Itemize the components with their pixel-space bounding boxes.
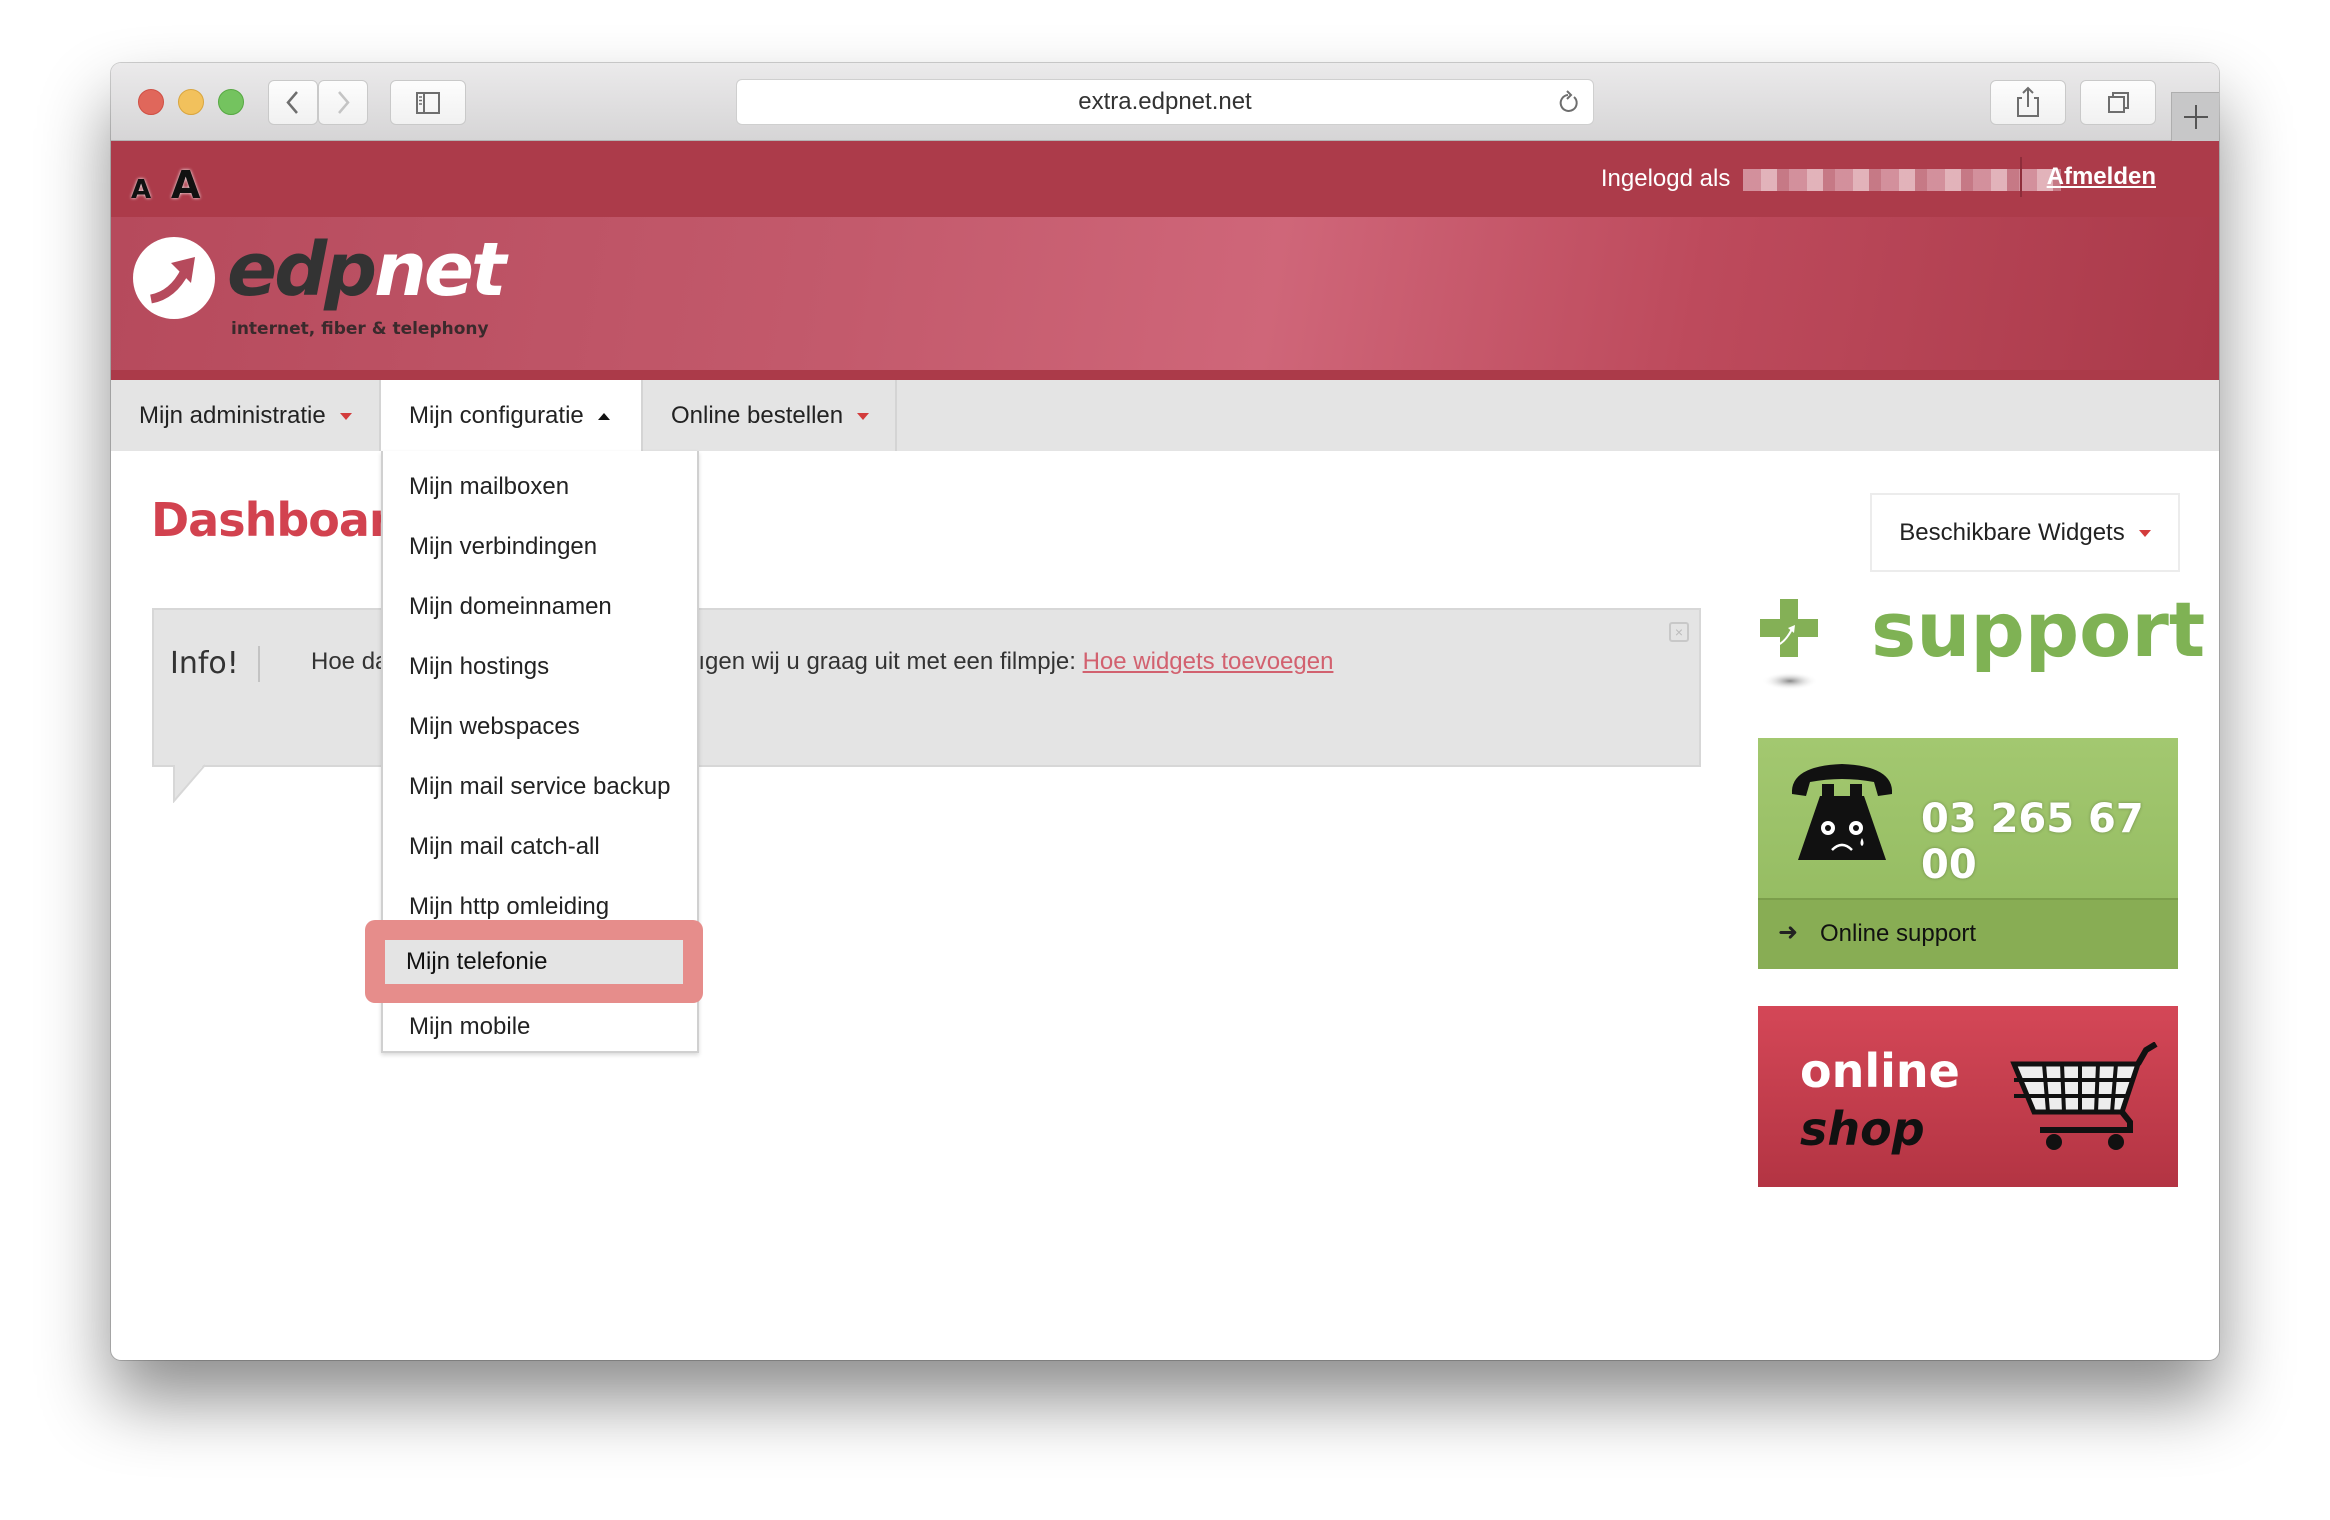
support-title: support	[1871, 585, 2206, 674]
shop-line-shop: shop	[1800, 1102, 1925, 1156]
info-banner-tail	[173, 763, 206, 803]
phone-support-header: 03 265 67 00	[1758, 738, 2178, 898]
logout-link[interactable]: Afmelden	[2047, 163, 2156, 191]
zoom-window-button[interactable]	[218, 89, 244, 115]
online-shop-widget[interactable]: online shop	[1758, 1006, 2178, 1187]
shop-line-online: online	[1800, 1044, 1960, 1098]
close-icon[interactable]: ×	[1669, 622, 1689, 642]
menu-item-label: Mijn telefonie	[406, 948, 548, 975]
chevron-up-icon	[597, 413, 610, 421]
share-icon	[2017, 86, 2039, 117]
chevron-down-icon	[857, 413, 870, 421]
support-phone-number[interactable]: 03 265 67 00	[1921, 796, 2178, 888]
main-nav: Mijn administratie Mijn configuratie Onl…	[111, 380, 2219, 451]
sad-phone-icon	[1791, 764, 1893, 860]
menu-item-mijn-hostings[interactable]: Mijn hostings	[383, 637, 697, 697]
menu-item-mijn-mail-service-backup[interactable]: Mijn mail service backup	[383, 757, 697, 817]
support-logo: support	[1758, 585, 2205, 701]
topbar-divider	[2020, 157, 2022, 197]
reload-icon[interactable]	[1555, 90, 1581, 116]
arrow-right-icon: ➜	[1778, 919, 1799, 946]
new-tab-button[interactable]	[2171, 92, 2219, 141]
login-status: Ingelogd als	[1601, 165, 2061, 193]
menu-item-mijn-mail-catch-all[interactable]: Mijn mail catch-all	[383, 817, 697, 877]
menu-item-mijn-verbindingen[interactable]: Mijn verbindingen	[383, 517, 697, 577]
menu-item-mijn-mailboxen[interactable]: Mijn mailboxen	[383, 457, 697, 517]
chevron-down-icon	[339, 413, 352, 421]
address-bar[interactable]: extra.edpnet.net	[736, 79, 1594, 125]
logged-in-label: Ingelogd als	[1600, 165, 1731, 192]
nav-tab-mijn-administratie[interactable]: Mijn administratie	[111, 380, 381, 451]
share-button[interactable]	[1990, 80, 2066, 125]
logo-wordmark[interactable]: edpnet	[227, 227, 506, 313]
phone-support-widget[interactable]: 03 265 67 00 ➜ Online support	[1758, 738, 2178, 969]
menu-item-mijn-webspaces[interactable]: Mijn webspaces	[383, 697, 697, 757]
sidebar-icon	[416, 92, 440, 114]
chevron-down-icon	[2138, 530, 2151, 538]
highlight-annotation: Mijn telefonie	[365, 920, 703, 1003]
blurred-username	[1743, 168, 2061, 191]
url-text[interactable]: extra.edpnet.net	[737, 80, 1593, 124]
menu-item-mijn-domeinnamen[interactable]: Mijn domeinnamen	[383, 577, 697, 637]
back-icon	[286, 91, 298, 114]
forward-button[interactable]	[318, 80, 368, 125]
new-tab-icon	[2184, 105, 2208, 129]
info-divider	[258, 646, 260, 682]
site-topbar: A A Ingelogd als Afmelden	[111, 141, 2219, 217]
header-border	[111, 370, 2219, 380]
font-size-small-button[interactable]: A	[131, 175, 151, 205]
close-window-button[interactable]	[138, 89, 164, 115]
site-header: edpnet internet, fiber & telephony	[111, 217, 2219, 370]
tabs-icon	[2108, 92, 2129, 113]
browser-window: extra.edpnet.net A A Ingelogd als Afmeld…	[111, 63, 2219, 1360]
forward-icon	[338, 91, 350, 114]
shopping-cart-icon	[2010, 1042, 2158, 1150]
minimize-window-button[interactable]	[178, 89, 204, 115]
font-size-large-button[interactable]: A	[171, 163, 200, 207]
menu-item-mijn-telefonie[interactable]: Mijn telefonie	[385, 940, 683, 984]
info-label: Info!	[170, 646, 239, 681]
logo-arrow-icon[interactable]	[133, 237, 215, 319]
available-widgets-button[interactable]: Beschikbare Widgets	[1870, 493, 2180, 572]
nav-tab-online-bestellen[interactable]: Online bestellen	[643, 380, 897, 451]
logo-tagline: internet, fiber & telephony	[231, 319, 489, 339]
back-button[interactable]	[268, 80, 318, 125]
green-cross-icon	[1760, 599, 1818, 690]
sidebar-button[interactable]	[390, 80, 466, 125]
online-support-label: Online support	[1820, 920, 1977, 947]
menu-item-mijn-mobile[interactable]: Mijn mobile	[383, 997, 697, 1057]
tabs-overview-button[interactable]	[2080, 80, 2156, 125]
how-to-add-widgets-link[interactable]: Hoe widgets toevoegen	[1083, 648, 1334, 675]
online-support-link[interactable]: ➜ Online support	[1758, 898, 2178, 969]
browser-toolbar: extra.edpnet.net	[111, 63, 2219, 141]
nav-tab-mijn-configuratie[interactable]: Mijn configuratie	[381, 380, 643, 451]
